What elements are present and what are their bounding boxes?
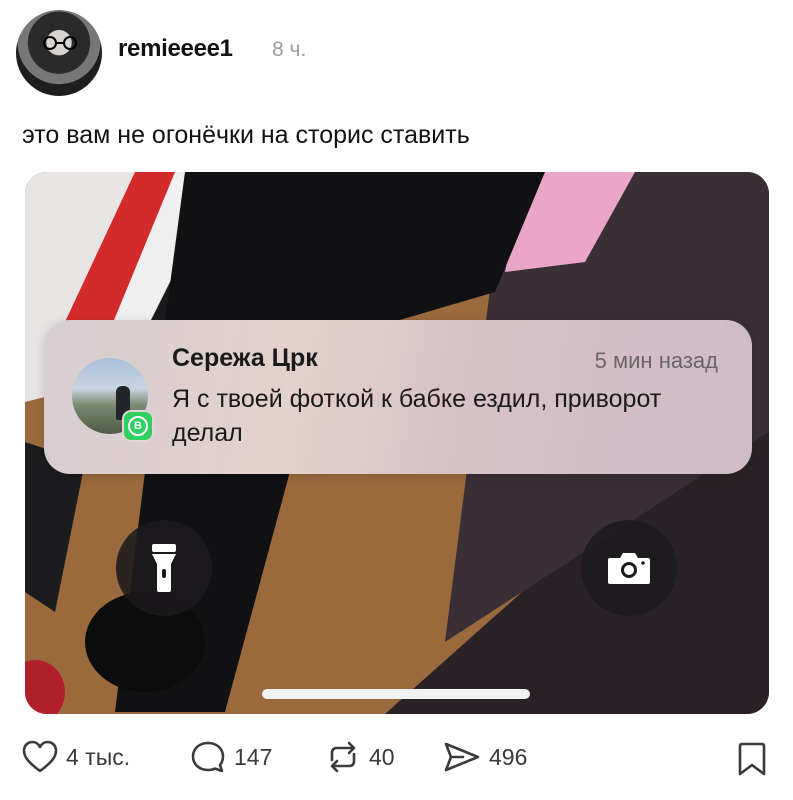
notification-sender: Сережа Црк [172, 344, 318, 372]
post-time: 8 ч. [272, 38, 307, 61]
post-text: это вам не огонёчки на сторис ставить [22, 121, 470, 149]
avatar-glasses [43, 36, 77, 50]
whatsapp-badge-letter: B [128, 416, 148, 436]
home-indicator [262, 689, 530, 699]
share-button[interactable]: 496 [443, 740, 527, 774]
repost-button[interactable]: 40 [325, 740, 395, 774]
send-icon [444, 742, 480, 772]
repost-icon [330, 741, 356, 773]
camera-button[interactable] [581, 520, 677, 616]
post-actions: 4 тыс. 147 40 496 [0, 732, 793, 788]
heart-icon [22, 740, 58, 773]
repost-count: 40 [369, 743, 395, 770]
notification-banner[interactable]: B Сережа Црк 5 мин назад Я с твоей фотко… [44, 320, 752, 474]
bookmark-icon [738, 742, 766, 776]
bookmark-button[interactable] [737, 741, 767, 782]
notification-message: Я с твоей фоткой к бабке ездил, приворот… [172, 385, 662, 447]
comment-count: 147 [234, 743, 273, 770]
camera-icon [608, 553, 650, 584]
whatsapp-icon: B [122, 410, 154, 442]
avatar[interactable] [16, 10, 102, 96]
comment-button[interactable]: 147 [190, 740, 272, 774]
flashlight-icon [152, 544, 176, 592]
notification-time: 5 мин назад [594, 348, 718, 373]
comment-icon [191, 741, 225, 773]
share-count: 496 [489, 743, 528, 770]
like-count: 4 тыс. [66, 743, 131, 770]
like-button[interactable]: 4 тыс. [22, 740, 130, 774]
flashlight-button[interactable] [116, 520, 212, 616]
username[interactable]: remieeee1 [118, 35, 233, 63]
